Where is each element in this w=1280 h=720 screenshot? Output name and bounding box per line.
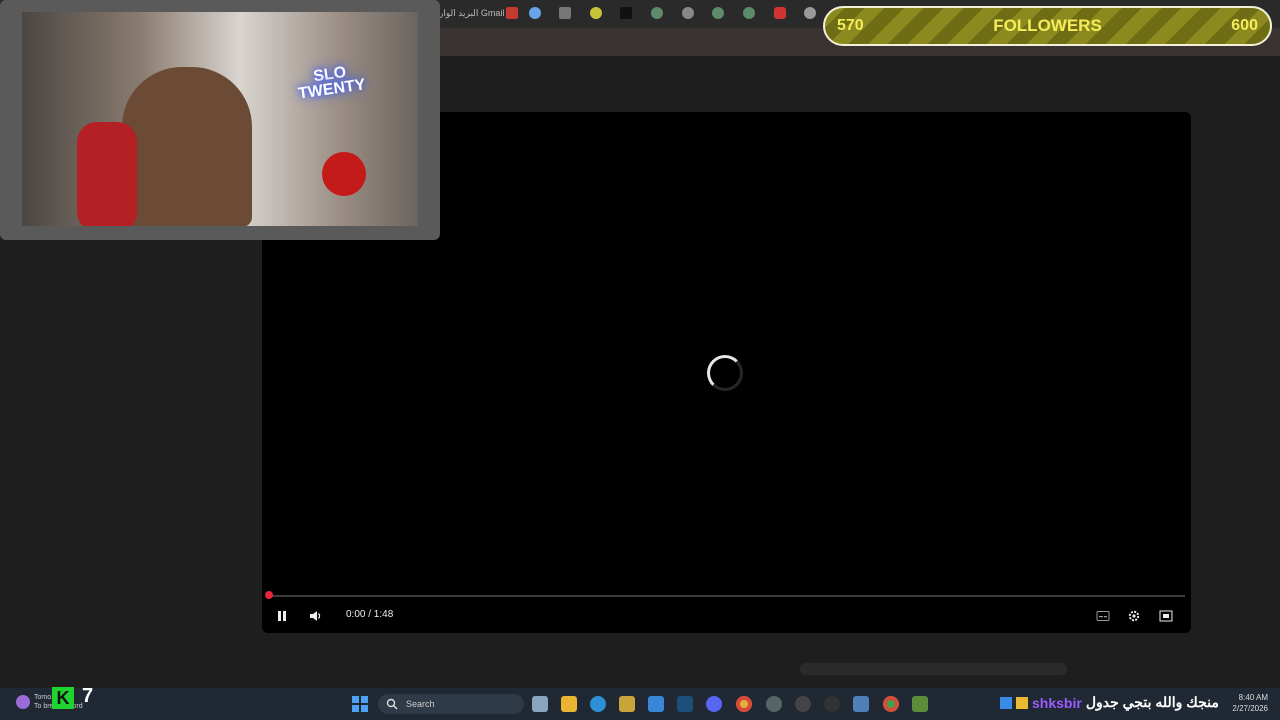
chat-ticker: shksbir منجك والله بتجي جدول bbox=[1000, 694, 1219, 711]
chat-message: منجك والله بتجي جدول bbox=[1085, 694, 1219, 710]
pause-icon bbox=[278, 611, 286, 621]
start-button[interactable] bbox=[352, 696, 368, 712]
task-view-icon[interactable] bbox=[532, 696, 548, 712]
clock-time: 8:40 AM bbox=[1238, 693, 1268, 702]
bookmark-icon[interactable] bbox=[506, 7, 518, 19]
discord-icon[interactable] bbox=[706, 696, 722, 712]
horizontal-scrollbar[interactable] bbox=[800, 663, 1067, 675]
store-icon[interactable] bbox=[619, 696, 635, 712]
follower-target: 600 bbox=[1231, 17, 1258, 34]
bookmark-icon[interactable] bbox=[774, 7, 786, 19]
taskbar-clock[interactable]: 8:40 AM 2/27/2026 bbox=[1226, 692, 1268, 714]
chat-icon bbox=[1000, 696, 1012, 709]
bookmark-icon[interactable] bbox=[804, 7, 816, 19]
bookmark-icon[interactable] bbox=[712, 7, 724, 19]
app-icon[interactable] bbox=[766, 696, 782, 712]
search-icon bbox=[386, 698, 398, 710]
bookmark-icon[interactable] bbox=[743, 7, 755, 19]
webcam-frame: SLO TWENTY bbox=[0, 0, 440, 240]
search-placeholder: Search bbox=[406, 699, 435, 709]
chat-badge-icon bbox=[1016, 696, 1028, 709]
app-icon[interactable] bbox=[853, 696, 869, 712]
steam-icon[interactable] bbox=[677, 696, 693, 712]
bookmark-gmail[interactable]: البريد الوارد Gmail bbox=[435, 8, 504, 19]
chrome-icon[interactable] bbox=[736, 696, 752, 712]
bookmark-icon[interactable] bbox=[651, 7, 663, 19]
obs-icon[interactable] bbox=[795, 696, 811, 712]
edge-icon[interactable] bbox=[590, 696, 606, 712]
streamer-figure bbox=[122, 67, 252, 226]
chat-username: shksbir bbox=[1032, 694, 1082, 711]
bookmark-icon[interactable] bbox=[529, 7, 541, 19]
weather-icon[interactable] bbox=[16, 695, 30, 709]
captions-button[interactable] bbox=[1094, 607, 1112, 625]
webcam-feed: SLO TWENTY bbox=[22, 12, 418, 226]
settings-button[interactable] bbox=[1125, 607, 1143, 625]
chrome-icon[interactable] bbox=[883, 696, 899, 712]
neon-sign: SLO TWENTY bbox=[297, 63, 367, 103]
time-display: 0:00 / 1:48 bbox=[346, 609, 394, 620]
bookmark-icon[interactable] bbox=[682, 7, 694, 19]
windows-icon bbox=[352, 696, 368, 712]
mail-icon[interactable] bbox=[648, 696, 664, 712]
file-explorer-icon[interactable] bbox=[561, 696, 577, 712]
fullscreen-button[interactable] bbox=[1157, 607, 1175, 625]
microphone bbox=[322, 152, 366, 196]
follower-current: 570 bbox=[837, 17, 864, 34]
volume-button[interactable] bbox=[306, 607, 324, 625]
follower-label: FOLLOWERS bbox=[993, 16, 1102, 35]
fullscreen-icon bbox=[1159, 610, 1173, 622]
gear-icon bbox=[1128, 610, 1140, 622]
bookmark-icon[interactable] bbox=[620, 7, 632, 19]
loading-spinner-icon bbox=[707, 355, 743, 391]
pause-button[interactable] bbox=[274, 607, 290, 625]
app-icon[interactable] bbox=[824, 696, 840, 712]
bookmark-icon[interactable] bbox=[590, 7, 602, 19]
volume-icon bbox=[310, 611, 321, 621]
taskbar-search[interactable]: Search bbox=[378, 694, 524, 714]
gaming-chair bbox=[77, 122, 137, 226]
progress-scrubber[interactable] bbox=[265, 591, 273, 599]
follower-goal-bar: 570 FOLLOWERS 600 bbox=[823, 6, 1272, 46]
clock-date: 2/27/2026 bbox=[1232, 704, 1268, 713]
overlay-counter: 7 bbox=[82, 685, 94, 707]
minecraft-icon[interactable] bbox=[912, 696, 928, 712]
kick-logo-icon: K bbox=[52, 687, 74, 709]
bookmark-icon[interactable] bbox=[559, 7, 571, 19]
progress-bar[interactable] bbox=[268, 595, 1185, 597]
captions-icon bbox=[1096, 611, 1110, 621]
